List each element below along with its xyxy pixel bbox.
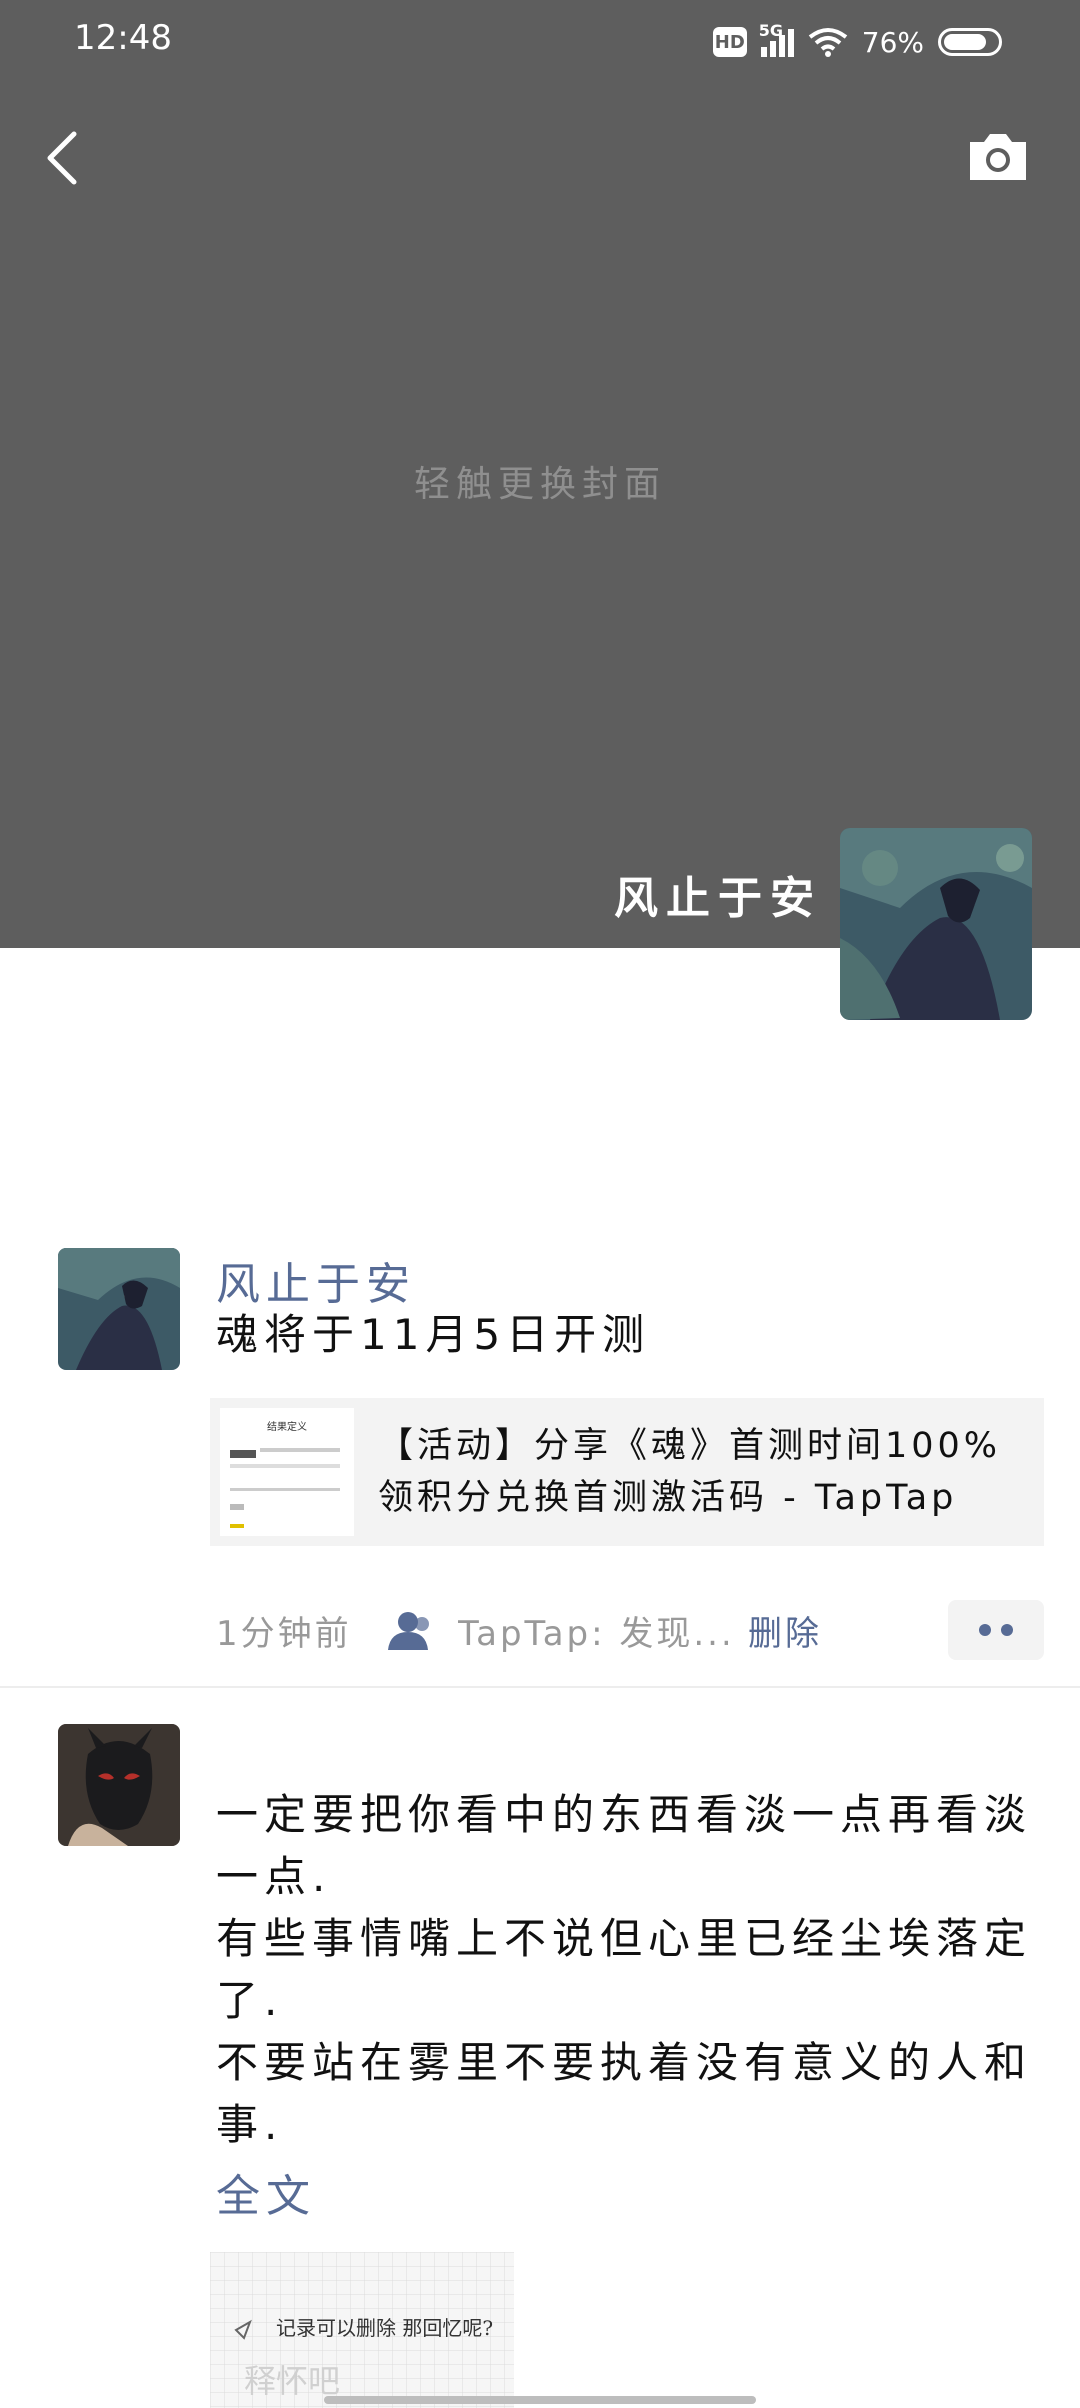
moments-page: 12:48 HD 5G 76% 轻触更换封面 风止于安 风止于安 魂将于11月5… [0, 0, 1080, 2408]
change-cover-hint[interactable]: 轻触更换封面 [0, 455, 1080, 507]
home-indicator[interactable] [324, 2396, 756, 2404]
post-meta: 1分钟前 TapTap: 发现... 删除 [216, 1600, 822, 1660]
visibility-person-icon[interactable] [386, 1610, 436, 1650]
status-bar: 12:48 HD 5G 76% [0, 0, 1080, 80]
post-text-line: 有些事情嘴上不说但心里已经尘埃落定了. [216, 1914, 1033, 2025]
post-text-line: 一定要把你看中的东西看淡一点再看淡一点. [216, 1790, 1033, 1901]
battery-percent: 76% [861, 25, 924, 59]
post-author-avatar[interactable] [58, 1248, 180, 1370]
battery-icon [938, 28, 1002, 56]
link-title: 【活动】分享《魂》首测时间100%领积分兑换首测激活码 - TapTap [378, 1426, 1002, 1518]
more-dot-icon [1001, 1624, 1013, 1636]
more-dot-icon [979, 1624, 991, 1636]
camera-icon[interactable] [966, 128, 1030, 184]
network-label: 5G [758, 21, 784, 40]
signal-icon: 5G [759, 21, 794, 57]
back-arrow-icon[interactable] [38, 128, 98, 188]
delete-button[interactable]: 删除 [748, 1606, 822, 1655]
post-author-name[interactable]: 风止于安 [216, 1248, 416, 1312]
hd-icon: HD [712, 27, 747, 57]
more-actions-button[interactable] [948, 1600, 1044, 1660]
post-source[interactable]: TapTap: 发现... [458, 1606, 728, 1655]
post-text-body: 一定要把你看中的东西看淡一点再看淡一点. 有些事情嘴上不说但心里已经尘埃落定了.… [216, 1784, 1036, 2156]
post-image[interactable]: 记录可以删除 那回忆呢? 释怀吧 [210, 2252, 514, 2408]
image-caption-secondary: 释怀吧 [244, 2362, 341, 2400]
status-icons: HD 5G 76% [712, 21, 1002, 62]
cover-area[interactable]: 12:48 HD 5G 76% 轻触更换封面 风止于安 [0, 0, 1080, 948]
link-thumbnail: 结果定义 [220, 1408, 354, 1536]
status-time: 12:48 [74, 18, 172, 58]
post-divider [0, 1686, 1080, 1688]
shared-link-card[interactable]: 结果定义 【活动】分享《魂》首测时间100%领积分兑换首测激活码 - TapTa… [210, 1398, 1044, 1546]
post-text-line: 不要站在雾里不要执着没有意义的人和事. [216, 2038, 1033, 2149]
image-caption: 记录可以删除 那回忆呢? [276, 2316, 494, 2340]
thumbnail-heading: 结果定义 [267, 1422, 307, 1433]
post-author-avatar[interactable] [58, 1724, 180, 1846]
profile-name: 风止于安 [614, 873, 822, 924]
profile-avatar[interactable] [840, 828, 1032, 1020]
post-time: 1分钟前 [216, 1613, 352, 1654]
post-text: 魂将于11月5日开测 [216, 1310, 651, 1359]
wifi-icon [808, 28, 847, 57]
expand-fulltext-link[interactable]: 全文 [216, 2160, 316, 2224]
